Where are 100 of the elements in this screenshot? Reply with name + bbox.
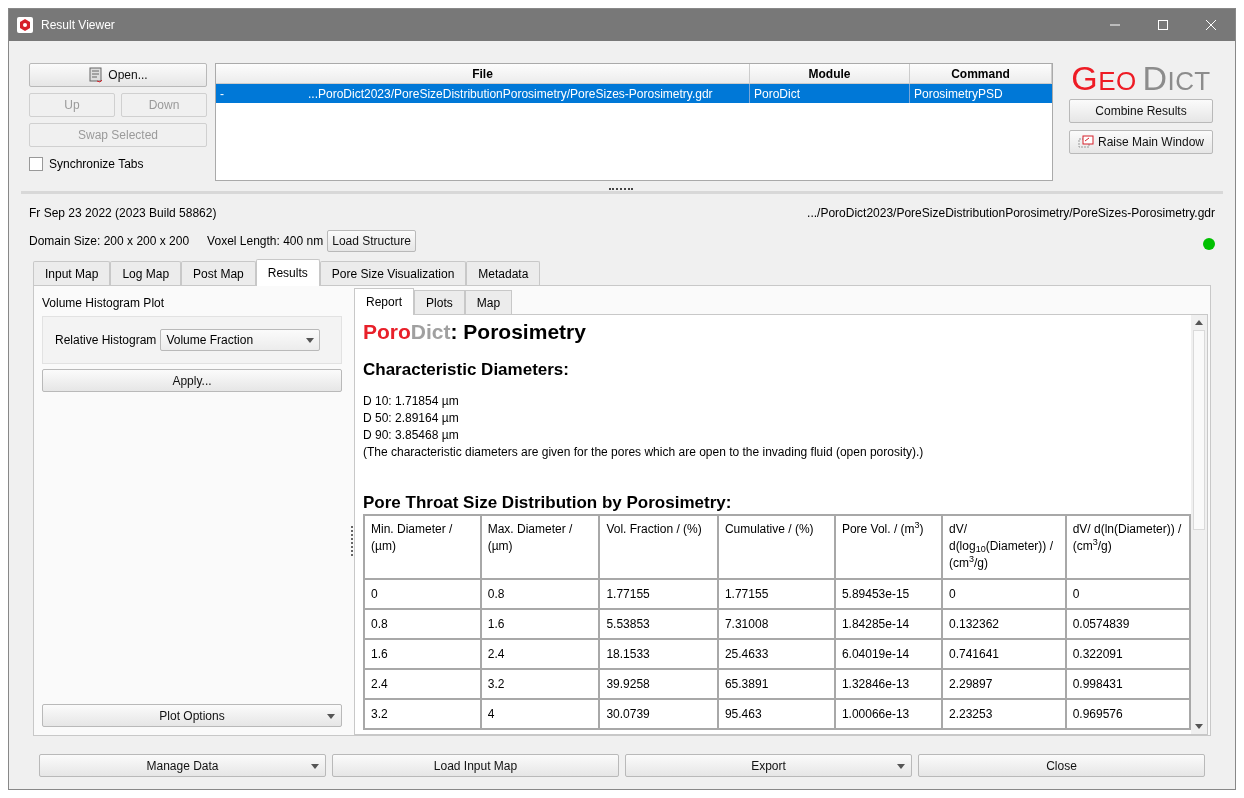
table-cell: 95.463	[717, 698, 835, 729]
footer-button[interactable]: Manage Data	[39, 754, 326, 777]
combine-results-button[interactable]: Combine Results	[1069, 99, 1213, 123]
plot-options-button[interactable]: Plot Options	[42, 704, 342, 727]
footer-button[interactable]: Export	[625, 754, 912, 777]
table-title: Pore Throat Size Distribution by Porosimetry:	[363, 492, 733, 513]
table-cell: 39.9258	[599, 668, 718, 699]
table-cell: 3.2	[364, 698, 481, 729]
table-cell: 1.84285e-14	[834, 608, 942, 639]
load-structure-button[interactable]: Load Structure	[327, 230, 416, 252]
table-cell: 2.23253	[941, 698, 1066, 729]
caret-icon	[327, 714, 335, 719]
table-cell: 6.04019e-14	[834, 638, 942, 669]
scrollbar[interactable]	[1191, 315, 1207, 734]
column-header[interactable]: File	[216, 64, 750, 83]
column-header: Max. Diameter / (µm)	[480, 514, 600, 579]
build-date: Fr Sep 23 2022 (2023 Build 58862)	[29, 205, 217, 222]
field-label: Relative Histogram	[55, 332, 157, 349]
column-header[interactable]: Command	[910, 64, 1052, 83]
section-title: Volume Histogram Plot	[42, 295, 166, 312]
table-cell: 0.8	[480, 578, 600, 609]
column-header[interactable]: Module	[750, 64, 910, 83]
app-icon	[17, 17, 33, 33]
report-title: PoroDict: Porosimetry	[363, 319, 587, 345]
caret-icon	[897, 764, 905, 769]
table-cell: 25.4633	[717, 638, 835, 669]
table-cell: 1.77155	[599, 578, 718, 609]
file-icon	[88, 67, 105, 83]
table-cell: 5.53853	[599, 608, 718, 639]
file-row[interactable]: - ...PoroDict2023/PoreSizeDistributionPorosimetry/PoreSizes-Porosimetry.gdr PoroDict PorosimetryPSD	[216, 84, 1052, 103]
table-cell: 0	[1065, 578, 1190, 609]
tab[interactable]: Post Map	[181, 261, 256, 285]
tab[interactable]: Log Map	[110, 261, 182, 285]
table-cell: 5.89453e-15	[834, 578, 942, 609]
report-text: D 10: 1.71854 µm	[363, 392, 460, 410]
apply-button[interactable]: Apply...	[42, 369, 342, 392]
report-heading: Characteristic Diameters:	[363, 359, 570, 381]
table-cell: 1.6	[364, 638, 481, 669]
table-cell: 4	[480, 698, 600, 729]
window-title: Result Viewer	[41, 17, 115, 34]
maximize-icon	[1158, 20, 1168, 30]
column-header: dV/ d(ln(Diameter)) / (cm$^{3}$/g)	[1065, 514, 1190, 579]
table-cell-text: ...PoroDict2023/PoreSizeDistributionPorosimetry/PoreSizes-Porosimetry.gdr	[308, 85, 713, 103]
table-cell: 2.29897	[941, 668, 1066, 699]
close-icon	[1206, 20, 1216, 30]
caret-icon	[306, 337, 315, 343]
table-cell-text: PoroDict	[754, 85, 800, 103]
scroll-down-icon	[1195, 724, 1203, 729]
table-cell: 3.2	[480, 668, 600, 699]
tab[interactable]: Input Map	[33, 261, 111, 285]
table-cell: 1.77155	[717, 578, 835, 609]
report-text: D 50: 2.89164 µm	[363, 409, 460, 427]
footer-button[interactable]: Load Input Map	[332, 754, 619, 777]
file-path: .../PoroDict2023/PoreSizeDistributionPorosimetry/PoreSizes-Porosimetry.gdr	[807, 205, 1215, 222]
table-cell: 30.0739	[599, 698, 718, 729]
table-cell-text: PorosimetryPSD	[914, 85, 1003, 103]
column-header: Pore Vol. / (m$^{3}$)	[834, 514, 942, 579]
table-cell: 1.00066e-13	[834, 698, 942, 729]
table-cell: 0	[364, 578, 481, 609]
column-header: Min. Diameter / (µm)	[364, 514, 481, 579]
sub-tab[interactable]: Report	[354, 288, 415, 315]
scroll-up-icon	[1195, 320, 1203, 325]
report-text: D 90: 3.85468 µm	[363, 426, 460, 444]
column-header: dV/ d(log$_{10}$(Diameter)) / (cm$^{3}$/g)	[941, 514, 1066, 579]
row-marker: -	[220, 85, 225, 103]
table-cell: 0.132362	[941, 608, 1066, 639]
table-cell: 0.998431	[1065, 668, 1190, 699]
column-header: Cumulative / (%)	[717, 514, 835, 579]
raise-main-window-button[interactable]: Raise Main Window	[1069, 130, 1213, 154]
splitter-handle[interactable]	[609, 188, 633, 191]
column-header: Vol. Fraction / (%)	[599, 514, 718, 579]
window-icon	[1077, 135, 1094, 149]
table-cell: 0.8	[364, 608, 481, 639]
sub-tab[interactable]: Map	[464, 290, 513, 314]
table-cell: 65.3891	[717, 668, 835, 699]
tab[interactable]: Metadata	[466, 261, 541, 285]
sub-tab[interactable]: Plots	[414, 290, 465, 314]
histogram-dropdown[interactable]: Volume Fraction	[160, 329, 321, 351]
tab[interactable]: Pore Size Visualization	[319, 261, 467, 285]
caret-icon	[311, 764, 319, 769]
open-button[interactable]: Open...	[29, 63, 207, 87]
sync-checkbox[interactable]	[29, 157, 43, 171]
table-cell: 1.6	[480, 608, 600, 639]
table-cell: 0.0574839	[1065, 608, 1190, 639]
scroll-thumb[interactable]	[1193, 330, 1205, 530]
table-cell: 1.32846e-13	[834, 668, 942, 699]
voxel-length: Voxel Length: 400 nm	[207, 233, 324, 250]
table-cell: 0.741641	[941, 638, 1066, 669]
table-cell: 2.4	[364, 668, 481, 699]
table-cell: 18.1533	[599, 638, 718, 669]
table-cell: 0	[941, 578, 1066, 609]
table-cell: 0.969576	[1065, 698, 1190, 729]
sync-label: Synchronize Tabs	[49, 156, 144, 173]
report-text: (The characteristic diameters are given for the pores which are open to the invading fluid (open porosity).)	[363, 443, 925, 461]
footer-button[interactable]: Close	[918, 754, 1205, 777]
domain-size: Domain Size: 200 x 200 x 200	[29, 233, 190, 250]
table-cell: 7.31008	[717, 608, 835, 639]
logo: GEO DICT	[1070, 63, 1212, 95]
table-cell: 0.322091	[1065, 638, 1190, 669]
tab[interactable]: Results	[255, 259, 320, 286]
